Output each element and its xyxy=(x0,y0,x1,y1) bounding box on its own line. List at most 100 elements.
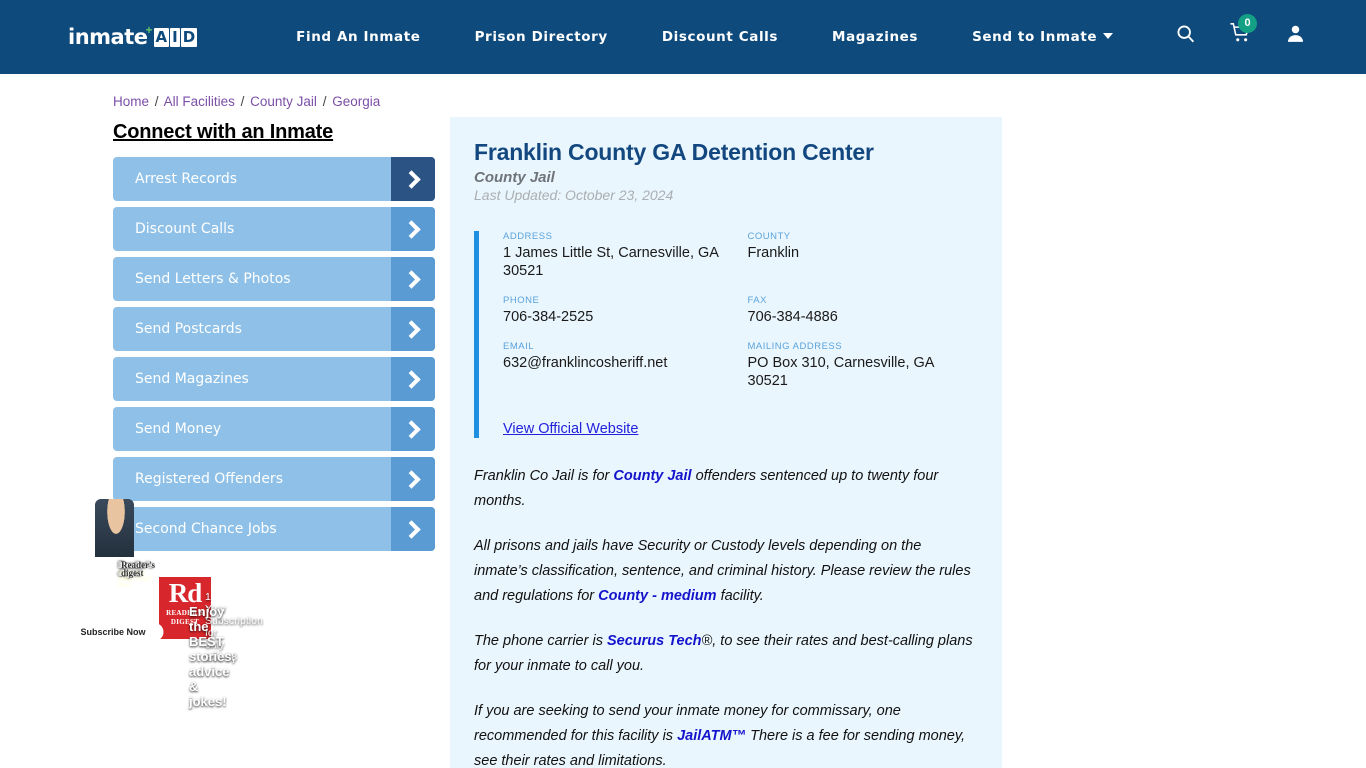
nav-label: Prison Directory xyxy=(474,29,608,45)
chevron-right-icon xyxy=(391,307,435,351)
contact-value: 632@franklincosheriff.net xyxy=(503,355,668,371)
sidebar-item-label: Send Letters & Photos xyxy=(135,271,291,287)
official-website-wrapper: View Official Website xyxy=(503,405,974,438)
contact-info-block: ADDRESS 1 James Little St, Carnesville, … xyxy=(474,231,974,438)
logo-aid-blocks: A I D xyxy=(153,27,198,47)
sidebar-item-label: Second Chance Jobs xyxy=(135,521,277,537)
chevron-right-icon xyxy=(391,357,435,401)
sidebar-item-registered-offenders[interactable]: Registered Offenders xyxy=(113,457,435,501)
paragraph-1: Franklin Co Jail is for County Jail offe… xyxy=(474,464,974,514)
contact-field-county: COUNTY Franklin xyxy=(748,231,975,280)
link-securus-tech[interactable]: Securus Tech xyxy=(607,633,702,649)
link-county-medium[interactable]: County - medium xyxy=(598,588,716,604)
contact-label: MAILING ADDRESS xyxy=(747,341,843,352)
nav-label: Send to Inmate xyxy=(972,29,1098,45)
header-icon-group: 0 xyxy=(1175,14,1306,49)
facility-type: County Jail xyxy=(474,169,555,186)
sidebar-item-label: Registered Offenders xyxy=(135,471,283,487)
facility-description: Franklin Co Jail is for County Jail offe… xyxy=(474,464,974,768)
nav-label: Find An Inmate xyxy=(296,29,421,45)
contact-label: COUNTY xyxy=(747,231,791,242)
paragraph-4: If you are seeking to send your inmate m… xyxy=(474,699,974,768)
page-body: Home / All Facilities / County Jail / Ge… xyxy=(0,74,1366,768)
chevron-right-icon xyxy=(391,157,435,201)
cart-icon[interactable]: 0 xyxy=(1229,14,1257,49)
chevron-right-icon xyxy=(391,407,435,451)
link-jailatm[interactable]: JailATM™ xyxy=(677,728,746,744)
contact-label: PHONE xyxy=(503,295,540,306)
paragraph-2: All prisons and jails have Security or C… xyxy=(474,534,974,609)
nav-item-magazines[interactable]: Magazines xyxy=(805,29,945,45)
logo-letter-i: I xyxy=(170,27,180,47)
contact-grid: ADDRESS 1 James Little St, Carnesville, … xyxy=(503,231,974,438)
breadcrumb-item-county-jail[interactable]: County Jail xyxy=(250,94,317,109)
sidebar-item-label: Send Money xyxy=(135,421,222,437)
logo-plus-icon: + xyxy=(145,23,153,37)
sidebar-item-arrest-records[interactable]: Arrest Records xyxy=(113,157,435,201)
contact-label: FAX xyxy=(747,295,767,306)
paragraph-3: The phone carrier is Securus Tech®, to s… xyxy=(474,629,974,679)
chevron-right-icon xyxy=(391,507,435,551)
nav-label: Discount Calls xyxy=(661,29,779,45)
breadcrumb-item-all-facilities[interactable]: All Facilities xyxy=(164,94,235,109)
paragraph-text: The phone carrier is xyxy=(474,633,607,649)
breadcrumb-separator: / xyxy=(322,94,327,109)
breadcrumb-separator: / xyxy=(240,94,245,109)
contact-label: EMAIL xyxy=(503,341,535,352)
contact-field-fax: FAX 706-384-4886 xyxy=(748,295,975,326)
sidebar-item-second-chance-jobs[interactable]: Second Chance Jobs xyxy=(113,507,435,551)
sidebar-item-send-letters-photos[interactable]: Send Letters & Photos xyxy=(113,257,435,301)
nav-item-discount-calls[interactable]: Discount Calls xyxy=(635,29,805,45)
contact-value: PO Box 310, Carnesville, GA 30521 xyxy=(747,355,934,389)
sidebar-item-label: Arrest Records xyxy=(135,171,238,187)
contact-field-phone: PHONE 706-384-2525 xyxy=(503,295,730,326)
site-header: inmate + A I D Find An Inmate Prison Dir… xyxy=(0,0,1366,74)
contact-field-address: ADDRESS 1 James Little St, Carnesville, … xyxy=(503,231,730,280)
logo-wordmark: inmate xyxy=(68,25,148,49)
logo-letter-d: D xyxy=(180,27,198,47)
chevron-down-icon xyxy=(1103,33,1114,39)
breadcrumb: Home / All Facilities / County Jail / Ge… xyxy=(113,94,1366,109)
contact-field-email: EMAIL 632@franklincosheriff.net xyxy=(503,341,730,390)
paragraph-text: Franklin Co Jail is for xyxy=(474,468,614,484)
sidebar-item-send-money[interactable]: Send Money xyxy=(113,407,435,451)
contact-value: 706-384-4886 xyxy=(747,309,838,325)
breadcrumb-item-home[interactable]: Home xyxy=(113,94,149,109)
sidebar-title: Connect with an Inmate xyxy=(113,121,334,143)
nav-item-prison-directory[interactable]: Prison Directory xyxy=(448,29,635,45)
chevron-right-icon xyxy=(391,207,435,251)
facility-panel: Franklin County GA Detention Center Coun… xyxy=(450,117,1002,768)
last-updated: Last Updated: October 23, 2024 xyxy=(474,187,674,203)
sidebar-item-discount-calls[interactable]: Discount Calls xyxy=(113,207,435,251)
breadcrumb-item-georgia[interactable]: Georgia xyxy=(332,94,380,109)
sidebar-item-label: Discount Calls xyxy=(135,221,235,237)
contact-value: 706-384-2525 xyxy=(503,309,594,325)
chevron-right-icon xyxy=(391,457,435,501)
view-official-website-link[interactable]: View Official Website xyxy=(503,421,638,437)
sidebar-item-send-magazines[interactable]: Send Magazines xyxy=(113,357,435,401)
user-icon[interactable] xyxy=(1285,23,1306,49)
nav-item-send-to-inmate[interactable]: Send to Inmate xyxy=(945,29,1140,45)
paragraph-text: facility. xyxy=(716,588,764,604)
breadcrumb-separator: / xyxy=(154,94,159,109)
logo-letter-a: A xyxy=(153,27,170,47)
nav-item-find-an-inmate[interactable]: Find An Inmate xyxy=(269,29,447,45)
sidebar-item-send-postcards[interactable]: Send Postcards xyxy=(113,307,435,351)
link-county-jail[interactable]: County Jail xyxy=(613,468,691,484)
sidebar: Connect with an Inmate Arrest Records Di… xyxy=(62,117,435,709)
search-icon[interactable] xyxy=(1175,23,1196,49)
sidebar-item-label: Send Magazines xyxy=(135,371,249,387)
site-logo[interactable]: inmate + A I D xyxy=(68,22,198,52)
page-title: Franklin County GA Detention Center xyxy=(474,139,874,165)
chevron-right-icon xyxy=(391,257,435,301)
accent-bar xyxy=(474,231,479,438)
sidebar-item-label: Send Postcards xyxy=(135,321,242,337)
cart-count-badge: 0 xyxy=(1238,14,1257,33)
contact-label: ADDRESS xyxy=(503,231,553,242)
nav-label: Magazines xyxy=(832,29,919,45)
contact-field-mailing-address: MAILING ADDRESS PO Box 310, Carnesville,… xyxy=(748,341,975,390)
contact-value: 1 James Little St, Carnesville, GA 30521 xyxy=(503,245,719,279)
main-navigation: Find An Inmate Prison Directory Discount… xyxy=(269,29,1140,45)
content-layout: Connect with an Inmate Arrest Records Di… xyxy=(62,117,1366,768)
contact-value: Franklin xyxy=(747,245,800,261)
